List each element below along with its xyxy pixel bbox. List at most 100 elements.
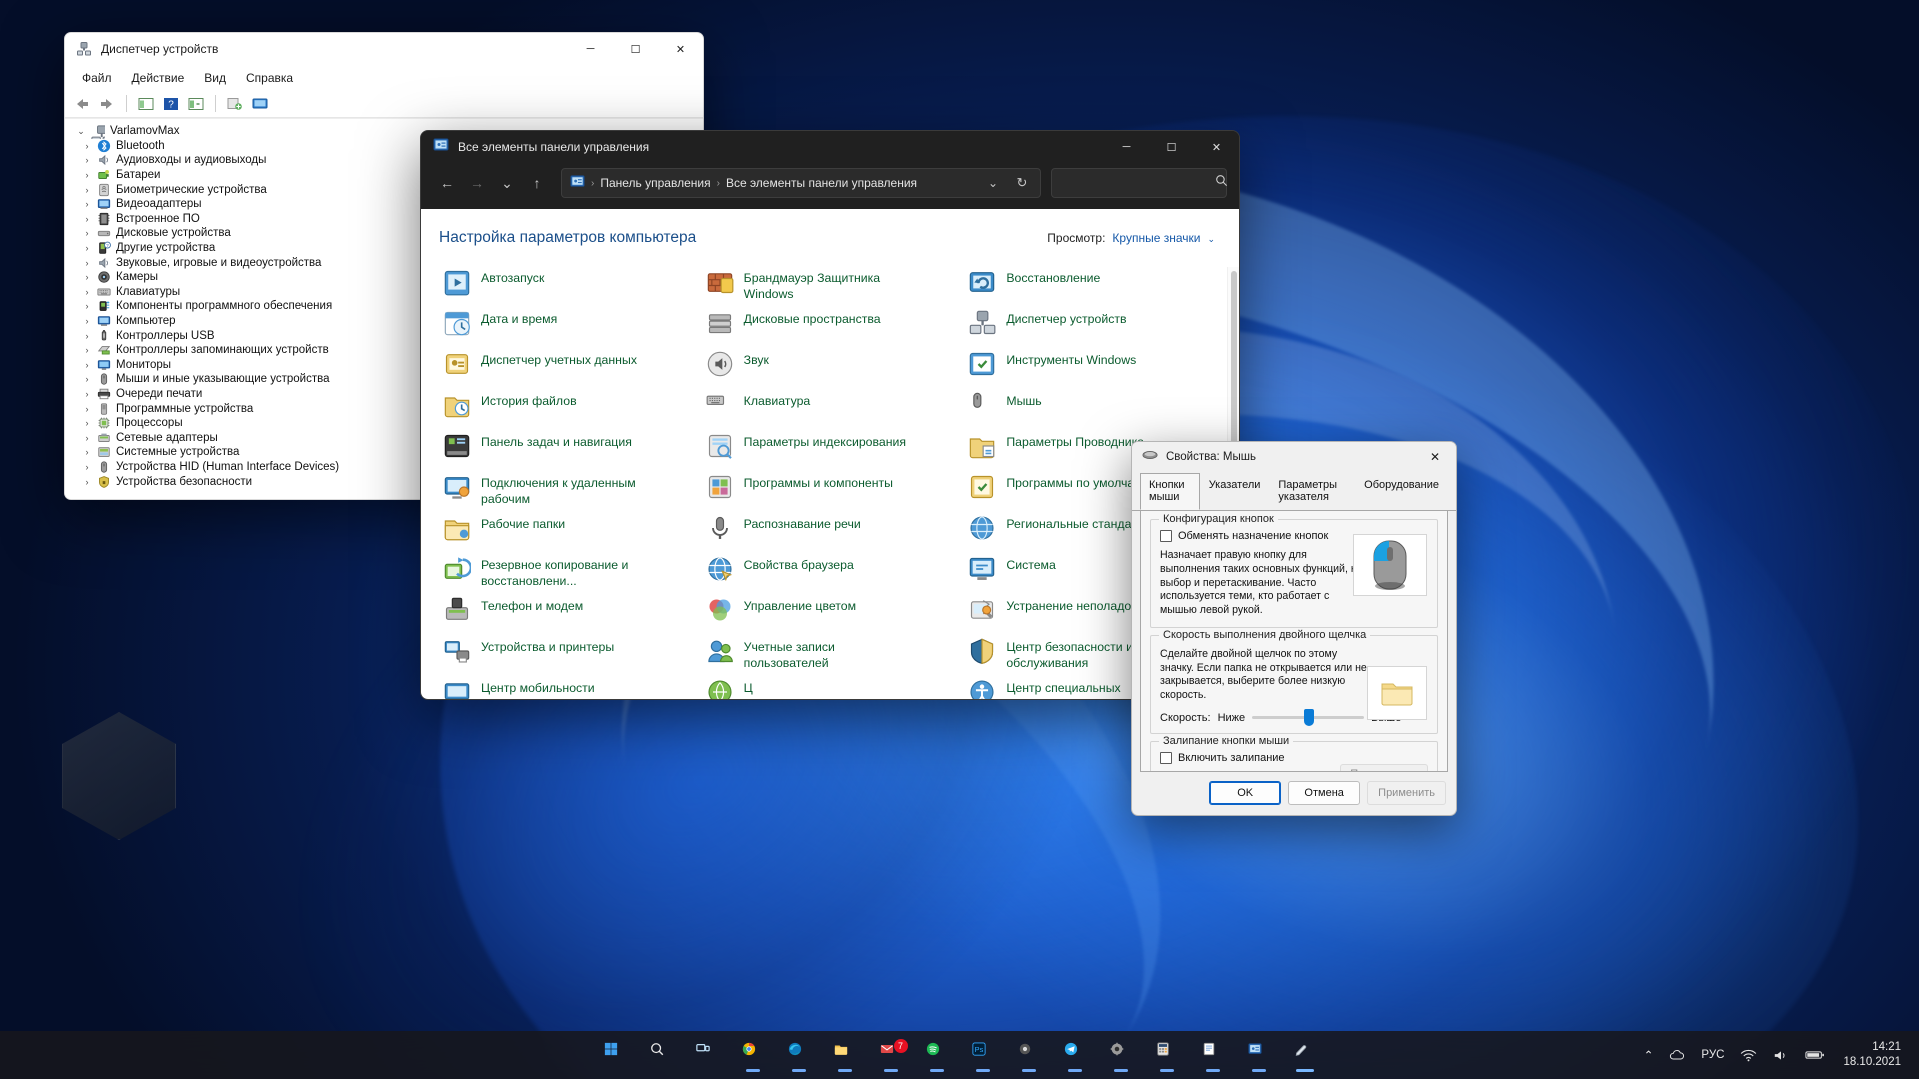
chevron-right-icon[interactable]: › [79,155,95,165]
chevron-right-icon[interactable]: › [79,345,95,355]
doubleclick-test-folder[interactable] [1367,665,1427,720]
calculator-button[interactable] [1148,1036,1186,1074]
chevron-right-icon[interactable]: › [79,214,95,224]
address-dropdown-button[interactable]: ⌄ [982,172,1004,194]
chrome-button[interactable] [734,1036,772,1074]
control-panel-item[interactable]: Диспетчер учетных данных [439,343,698,384]
edge-button[interactable] [780,1036,818,1074]
control-panel-item[interactable]: Клавиатура [702,384,961,425]
control-panel-item[interactable]: Дата и время [439,302,698,343]
control-panel-item[interactable]: Распознавание речи [702,507,961,548]
photoshop-button[interactable]: Ps [964,1036,1002,1074]
control-panel-item[interactable]: Устройства и принтеры [439,630,698,671]
maximize-button[interactable]: ☐ [1149,131,1194,163]
control-panel-content[interactable]: Настройка параметров компьютера Просмотр… [421,209,1239,699]
system-tray[interactable]: ⌃ РУС 14:21 18.10.2021 [1641,1031,1919,1079]
chevron-right-icon[interactable]: › [79,418,95,428]
view-selector[interactable]: Просмотр: Крупные значки ⌄ [1047,231,1215,245]
control-panel-item[interactable]: Диспетчер устройств [964,302,1223,343]
control-panel-item[interactable]: Брандмауэр Защитника Windows [702,261,961,302]
breadcrumb-item-control-panel[interactable]: Панель управления [600,176,710,190]
chevron-right-icon[interactable]: › [79,243,95,253]
clock[interactable]: 14:21 18.10.2021 [1838,1037,1906,1072]
close-button[interactable]: ✕ [1194,131,1239,163]
chevron-right-icon[interactable]: › [79,331,95,341]
update-driver-icon[interactable] [224,93,246,115]
control-panel-item[interactable]: Резервное копирование и восстановлени... [439,548,698,589]
chevron-right-icon[interactable]: › [79,404,95,414]
control-panel-item[interactable]: Мышь [964,384,1223,425]
menu-view[interactable]: Вид [195,68,235,88]
forward-button[interactable]: → [463,169,491,197]
tab-item[interactable]: Параметры указателя [1269,473,1355,510]
mouse-dialog-footer-buttons[interactable]: OK Отмена Применить [1132,772,1456,815]
control-panel-item[interactable]: Учетные записи пользователей [702,630,961,671]
taskbar[interactable]: 7 Ps ⌃ РУС 14:21 18.10.2021 [0,1031,1919,1079]
control-panel-items-grid[interactable]: Автозапуск Брандмауэр Защитника Windows Во… [421,261,1239,699]
chevron-right-icon[interactable]: › [79,287,95,297]
mouse-dialog-tabs[interactable]: Кнопки мыши Указатели Параметры указателя О… [1132,473,1456,511]
settings-button[interactable] [1102,1036,1140,1074]
mouse-dialog-titlebar[interactable]: Свойства: Мышь ✕ [1132,442,1456,472]
taskbar-app-buttons[interactable]: 7 Ps [596,1031,1324,1079]
help-icon[interactable]: ? [160,93,182,115]
doubleclick-speed-slider[interactable] [1252,709,1365,727]
menu-help[interactable]: Справка [237,68,302,88]
device-manager-titlebar[interactable]: Диспетчер устройств ─ ☐ ✕ [65,33,703,65]
close-button[interactable]: ✕ [1414,442,1456,472]
chevron-right-icon[interactable]: › [79,389,95,399]
chevron-down-icon[interactable]: ⌄ [1207,234,1215,245]
chevron-right-icon[interactable]: › [79,477,95,487]
close-button[interactable]: ✕ [658,33,703,65]
recent-locations-button[interactable]: ⌄ [493,169,521,197]
mouse-buttons-pane[interactable]: Конфигурация кнопок Обменять назначение … [1140,510,1448,772]
chevron-right-icon[interactable]: › [79,185,95,195]
chevron-right-icon[interactable]: › [79,462,95,472]
menu-action[interactable]: Действие [123,68,194,88]
control-panel-item[interactable]: Инструменты Windows [964,343,1223,384]
refresh-button[interactable]: ↻ [1010,172,1034,194]
chevron-right-icon[interactable]: › [79,433,95,443]
dialog-button[interactable]: Отмена [1288,781,1361,805]
search-box[interactable] [1051,168,1227,198]
tab-item[interactable]: Оборудование [1355,473,1448,510]
start-button[interactable] [596,1036,634,1074]
control-panel-navbar[interactable]: ← → ⌄ ↑ › Панель управления › Все элемен… [421,163,1239,209]
device-manager-button[interactable] [1286,1036,1324,1074]
breadcrumb-item-all-items[interactable]: Все элементы панели управления [726,176,917,190]
control-panel-caption-buttons[interactable]: ─ ☐ ✕ [1104,131,1239,163]
dialog-button[interactable]: Применить [1367,781,1446,805]
control-panel-item[interactable]: Звук [702,343,961,384]
device-manager-toolbar[interactable]: ? [65,90,703,118]
chevron-right-icon[interactable]: › [79,199,95,209]
device-manager-caption-buttons[interactable]: ─ ☐ ✕ [568,33,703,65]
address-bar[interactable]: › Панель управления › Все элементы панел… [561,168,1041,198]
tab-item[interactable]: Указатели [1200,473,1270,510]
chevron-right-icon[interactable]: › [79,360,95,370]
task-view-button[interactable] [688,1036,726,1074]
menu-file[interactable]: Файл [73,68,121,88]
dialog-button[interactable]: OK [1209,781,1282,805]
up-button[interactable]: ↑ [523,169,551,197]
chevron-right-icon[interactable]: › [79,374,95,384]
control-panel-item[interactable]: Панель задач и навигация [439,425,698,466]
control-panel-item[interactable]: Параметры индексирования [702,425,961,466]
control-panel-item[interactable]: Ц [702,671,961,699]
control-panel-titlebar[interactable]: Все элементы панели управления ─ ☐ ✕ [421,131,1239,163]
forward-arrow-icon[interactable] [96,93,118,115]
battery-icon[interactable] [1802,1045,1828,1065]
control-panel-item[interactable]: Центр мобильности [439,671,698,699]
minimize-button[interactable]: ─ [568,33,613,65]
control-panel-item[interactable]: Свойства браузера [702,548,961,589]
speaker-icon[interactable] [1770,1045,1792,1066]
control-panel-item[interactable]: Подключения к удаленным рабочим [439,466,698,507]
chevron-right-icon[interactable]: › [79,272,95,282]
chevron-right-icon[interactable]: › [79,141,95,151]
language-indicator[interactable]: РУС [1698,1045,1727,1065]
search-input[interactable] [1060,176,1215,190]
mail-button[interactable]: 7 [872,1036,910,1074]
chevron-right-icon[interactable]: › [79,170,95,180]
control-panel-item[interactable]: Телефон и модем [439,589,698,630]
wifi-icon[interactable] [1737,1045,1760,1066]
mouse-properties-dialog[interactable]: Свойства: Мышь ✕ Кнопки мыши Указатели Пар… [1131,441,1457,816]
